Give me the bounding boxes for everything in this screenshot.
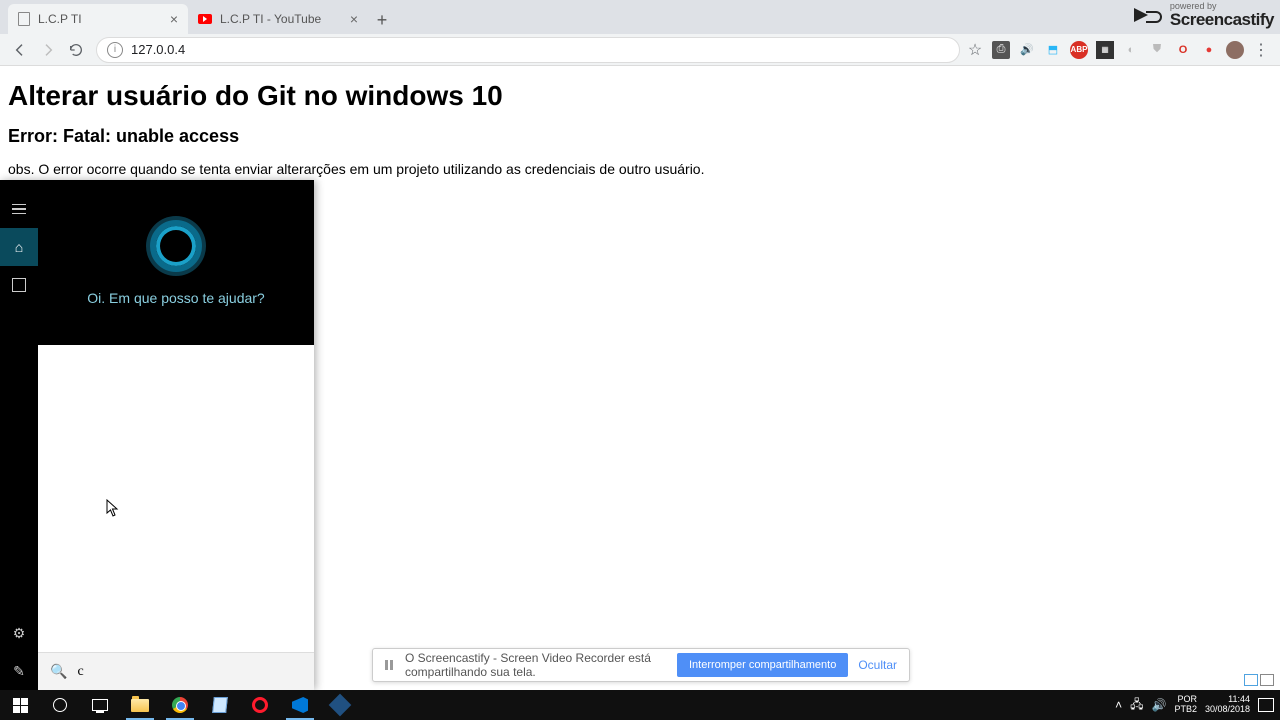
sourcetree-taskbar[interactable] (320, 690, 360, 720)
search-icon: 🔍 (50, 663, 67, 680)
notepad-taskbar[interactable] (200, 690, 240, 720)
chrome-taskbar[interactable] (160, 690, 200, 720)
browser-tab-bar: L.C.P TI × L.C.P TI - YouTube × + (0, 0, 1280, 34)
page-content: Alterar usuário do Git no windows 10 Err… (0, 66, 1280, 191)
cortana-search-input[interactable] (77, 664, 302, 680)
corner-view-icons[interactable] (1244, 674, 1274, 686)
nav-back-button[interactable] (6, 36, 34, 64)
vscode-taskbar[interactable] (280, 690, 320, 720)
url-text: 127.0.0.4 (131, 42, 185, 57)
browser-tab-active[interactable]: L.C.P TI × (8, 4, 188, 34)
stop-sharing-button[interactable]: Interromper compartilhamento (677, 653, 848, 677)
cortana-panel: ⌂ ⚙ ✎ Oi. Em que posso te ajudar? 🔍 (0, 180, 314, 690)
extension-icon[interactable]: ⬒ (1044, 41, 1062, 59)
cortana-home-button[interactable]: ⌂ (0, 228, 38, 266)
nav-forward-button[interactable] (34, 36, 62, 64)
page-paragraph: obs. O error ocorre quando se tenta envi… (8, 161, 1272, 177)
screencastify-arrow-icon (1134, 4, 1164, 26)
view-mode-icon[interactable] (1244, 674, 1258, 686)
profile-avatar-icon[interactable] (1226, 41, 1244, 59)
action-center-icon[interactable] (1258, 698, 1274, 712)
cortana-greeting: Oi. Em que posso te ajudar? (87, 290, 264, 306)
screencastify-name: Screencastify (1170, 11, 1274, 28)
extension-icon[interactable]: ● (1200, 41, 1218, 59)
cortana-results-area (38, 345, 314, 652)
speaker-icon[interactable]: 🔊 (1018, 41, 1036, 59)
file-explorer-taskbar[interactable] (120, 690, 160, 720)
system-tray: ˄ 🖧 🔊 POR PTB2 11:44 30/08/2018 (1115, 695, 1280, 716)
toast-message: O Screencastify - Screen Video Recorder … (405, 651, 677, 679)
language-indicator[interactable]: POR PTB2 (1174, 695, 1197, 715)
tab-title: L.C.P TI - YouTube (220, 12, 342, 26)
adblock-icon[interactable]: ABP (1070, 41, 1088, 59)
opera-extension-icon[interactable]: O (1174, 41, 1192, 59)
cortana-ring-icon (150, 220, 202, 272)
cortana-settings-button[interactable]: ⚙ (0, 614, 38, 652)
cortana-side-rail: ⌂ ⚙ ✎ (0, 180, 38, 690)
start-button[interactable] (0, 690, 40, 720)
extension-icon[interactable]: ⎙ (992, 41, 1010, 59)
cortana-menu-button[interactable] (0, 190, 38, 228)
page-subtitle: Error: Fatal: unable access (8, 126, 1272, 147)
windows-taskbar: ˄ 🖧 🔊 POR PTB2 11:44 30/08/2018 (0, 690, 1280, 720)
tray-network-icon[interactable]: 🖧 (1130, 695, 1143, 716)
file-favicon-icon (18, 12, 30, 26)
screencastify-watermark: powered by Screencastify (1134, 2, 1274, 28)
tab-close-icon[interactable]: × (170, 11, 178, 27)
bookmark-star-icon[interactable]: ☆ (966, 41, 984, 59)
youtube-favicon-icon (198, 14, 212, 24)
cortana-notebook-button[interactable] (0, 266, 38, 304)
site-info-icon[interactable]: i (107, 42, 123, 58)
browser-toolbar: i 127.0.0.4 ☆ ⎙ 🔊 ⬒ ABP ▦ ◐ ⛊ O ● ⋮ (0, 34, 1280, 66)
tray-volume-icon[interactable]: 🔊 (1151, 698, 1166, 712)
tab-close-icon[interactable]: × (350, 11, 358, 27)
tray-chevron-icon[interactable]: ˄ (1115, 698, 1122, 712)
page-title: Alterar usuário do Git no windows 10 (8, 80, 1272, 112)
new-tab-button[interactable]: + (368, 6, 396, 34)
nav-reload-button[interactable] (62, 36, 90, 64)
screen-sharing-toast: O Screencastify - Screen Video Recorder … (372, 648, 910, 682)
address-bar[interactable]: i 127.0.0.4 (96, 37, 960, 63)
cortana-search-box[interactable]: 🔍 (38, 652, 314, 690)
clock[interactable]: 11:44 30/08/2018 (1205, 695, 1250, 715)
pause-icon (385, 660, 395, 670)
cortana-feedback-button[interactable]: ✎ (0, 652, 38, 690)
hide-toast-button[interactable]: Ocultar (858, 658, 897, 672)
opera-taskbar[interactable] (240, 690, 280, 720)
task-view-button[interactable] (80, 690, 120, 720)
extension-icon[interactable]: ◐ (1122, 41, 1140, 59)
cortana-taskbar-button[interactable] (40, 690, 80, 720)
qr-extension-icon[interactable]: ▦ (1096, 41, 1114, 59)
cortana-header: Oi. Em que posso te ajudar? (38, 180, 314, 345)
browser-tab-inactive[interactable]: L.C.P TI - YouTube × (188, 4, 368, 34)
shield-icon[interactable]: ⛊ (1148, 41, 1166, 59)
tab-title: L.C.P TI (38, 12, 162, 26)
chrome-menu-button[interactable]: ⋮ (1252, 41, 1270, 59)
view-mode-icon[interactable] (1260, 674, 1274, 686)
